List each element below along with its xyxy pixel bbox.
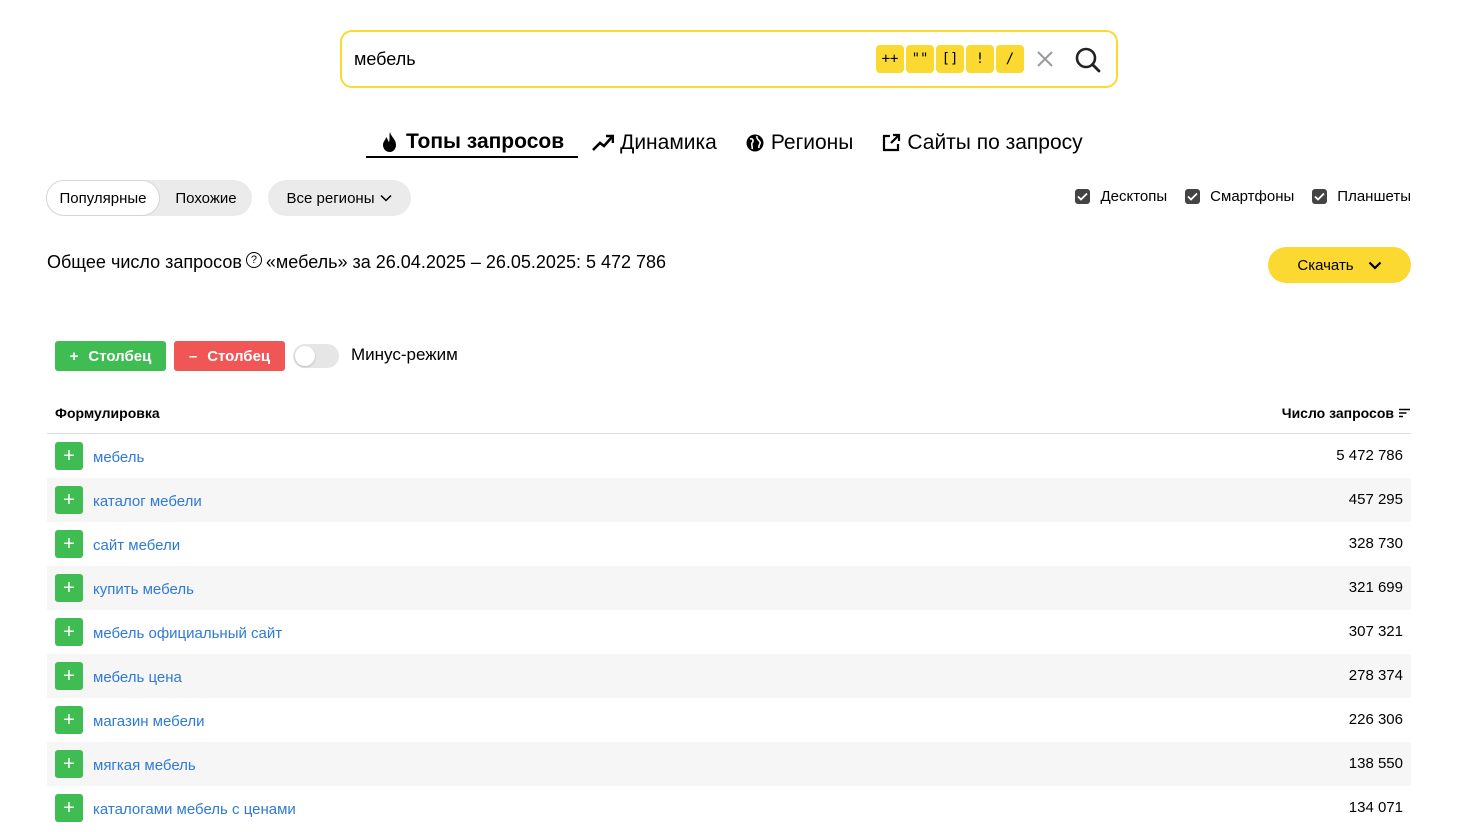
add-phrase-button[interactable]: + <box>55 486 83 514</box>
globe-icon <box>746 134 764 152</box>
toggle-knob <box>295 346 315 366</box>
total-queries-line: Общее число запросов ? «мебель» за 26.04… <box>47 251 667 273</box>
checkbox-checked-icon <box>1075 189 1091 204</box>
add-phrase-button[interactable]: + <box>55 618 83 646</box>
download-button[interactable]: Скачать <box>1268 247 1411 283</box>
add-phrase-button[interactable]: + <box>55 574 83 602</box>
query-count: 5 472 786 <box>1336 447 1403 464</box>
tab-label: Топы запросов <box>406 130 565 153</box>
tab-top-queries[interactable]: Топы запросов <box>366 128 579 158</box>
clear-button[interactable] <box>1032 46 1058 72</box>
remove-column-label: Столбец <box>207 347 271 365</box>
tab-sites[interactable]: Сайты по запросу <box>867 128 1096 158</box>
minus-mode-label: Минус-режим <box>351 345 458 364</box>
query-count: 138 550 <box>1348 755 1403 772</box>
search-button[interactable] <box>1072 44 1104 76</box>
total-label: Общее число запросов <box>47 252 242 272</box>
phrase-link[interactable]: купить мебель <box>93 581 194 598</box>
table-row: + мебель официальный сайт 307 321 <box>47 610 1411 654</box>
download-label: Скачать <box>1297 256 1354 274</box>
query-type-switch: Популярные Похожие <box>46 180 252 216</box>
operator-exclamation-button[interactable]: ! <box>966 45 994 73</box>
tab-label: Динамика <box>620 131 717 154</box>
add-phrase-button[interactable]: + <box>55 706 83 734</box>
table-row: + мебель цена 278 374 <box>47 654 1411 698</box>
phrase-link[interactable]: мебель <box>93 449 144 466</box>
device-label: Смартфоны <box>1210 188 1295 205</box>
tab-regions[interactable]: Регионы <box>731 128 868 158</box>
add-phrase-button[interactable]: + <box>55 750 83 778</box>
table-row: + магазин мебели 226 306 <box>47 698 1411 742</box>
operator-quotes-button[interactable]: "" <box>906 45 934 73</box>
search-bar: ++ "" [] ! / <box>340 30 1118 88</box>
results-table: + мебель 5 472 786 + каталог мебели 457 … <box>47 434 1411 830</box>
minus-mode-toggle[interactable] <box>293 344 339 368</box>
fire-icon <box>383 132 396 152</box>
tab-label: Сайты по запросу <box>907 131 1083 154</box>
wordstat-page: ++ "" [] ! / Топы запросов <box>0 0 1458 832</box>
query-count: 278 374 <box>1348 667 1403 684</box>
add-phrase-button[interactable]: + <box>55 662 83 690</box>
operator-slash-button[interactable]: / <box>996 45 1024 73</box>
query-count: 134 071 <box>1348 799 1403 816</box>
chevron-down-icon <box>380 194 393 202</box>
query-count: 328 730 <box>1348 535 1403 552</box>
phrase-link[interactable]: каталог мебели <box>93 493 202 510</box>
regions-label: Все регионы <box>286 189 375 207</box>
add-column-label: Столбец <box>88 347 152 365</box>
filter-popular[interactable]: Популярные <box>46 180 160 216</box>
sort-icon <box>1399 408 1410 418</box>
tab-dynamics[interactable]: Динамика <box>578 128 731 158</box>
minus-icon: – <box>188 347 198 365</box>
table-row: + мягкая мебель 138 550 <box>47 742 1411 786</box>
column-header-phrase: Формулировка <box>55 405 160 421</box>
device-label: Десктопы <box>1100 188 1168 205</box>
filter-similar[interactable]: Похожие <box>160 180 252 216</box>
operator-plus-button[interactable]: ++ <box>876 45 904 73</box>
checkbox-checked-icon <box>1312 189 1328 204</box>
table-row: + купить мебель 321 699 <box>47 566 1411 610</box>
column-header-count-label: Число запросов <box>1281 405 1394 421</box>
operator-buttons: ++ "" [] ! / <box>876 45 1024 73</box>
close-icon <box>1037 51 1053 67</box>
query-count: 321 699 <box>1348 579 1403 596</box>
search-icon <box>1075 47 1101 73</box>
add-phrase-button[interactable]: + <box>55 442 83 470</box>
plus-icon: + <box>69 347 79 365</box>
phrase-link[interactable]: сайт мебели <box>93 537 180 554</box>
external-link-icon <box>883 133 901 152</box>
tab-bar: Топы запросов Динамика Регионы Сайты по … <box>366 128 1097 160</box>
phrase-link[interactable]: магазин мебели <box>93 713 205 730</box>
add-phrase-button[interactable]: + <box>55 794 83 822</box>
remove-column-button[interactable]: – Столбец <box>174 341 285 371</box>
trend-up-icon <box>592 134 615 151</box>
tab-label: Регионы <box>770 131 854 154</box>
help-icon[interactable]: ? <box>245 251 262 268</box>
query-count: 457 295 <box>1348 491 1403 508</box>
device-desktop-checkbox[interactable]: Десктопы <box>1075 188 1167 205</box>
phrase-link[interactable]: каталогами мебель с ценами <box>93 801 296 818</box>
table-row: + сайт мебели 328 730 <box>47 522 1411 566</box>
total-detail: «мебель» за 26.04.2025 – 26.05.2025: 5 4… <box>265 252 667 272</box>
regions-dropdown[interactable]: Все регионы <box>268 180 411 216</box>
add-phrase-button[interactable]: + <box>55 530 83 558</box>
device-smartphone-checkbox[interactable]: Смартфоны <box>1185 188 1294 205</box>
phrase-link[interactable]: мягкая мебель <box>93 757 196 774</box>
query-count: 307 321 <box>1348 623 1403 640</box>
table-row: + каталогами мебель с ценами 134 071 <box>47 786 1411 830</box>
operator-brackets-button[interactable]: [] <box>936 45 964 73</box>
phrase-link[interactable]: мебель официальный сайт <box>93 625 282 642</box>
search-input[interactable] <box>354 44 854 74</box>
query-count: 226 306 <box>1348 711 1403 728</box>
device-tablet-checkbox[interactable]: Планшеты <box>1312 188 1411 205</box>
chevron-down-icon <box>1368 261 1381 270</box>
checkbox-checked-icon <box>1185 189 1201 204</box>
phrase-link[interactable]: мебель цена <box>93 669 182 686</box>
table-row: + мебель 5 472 786 <box>47 434 1411 478</box>
add-column-button[interactable]: + Столбец <box>55 341 166 371</box>
device-filters: Десктопы Смартфоны Планшеты <box>1075 188 1411 205</box>
device-label: Планшеты <box>1337 188 1411 205</box>
table-row: + каталог мебели 457 295 <box>47 478 1411 522</box>
column-header-count[interactable]: Число запросов <box>1282 405 1410 421</box>
